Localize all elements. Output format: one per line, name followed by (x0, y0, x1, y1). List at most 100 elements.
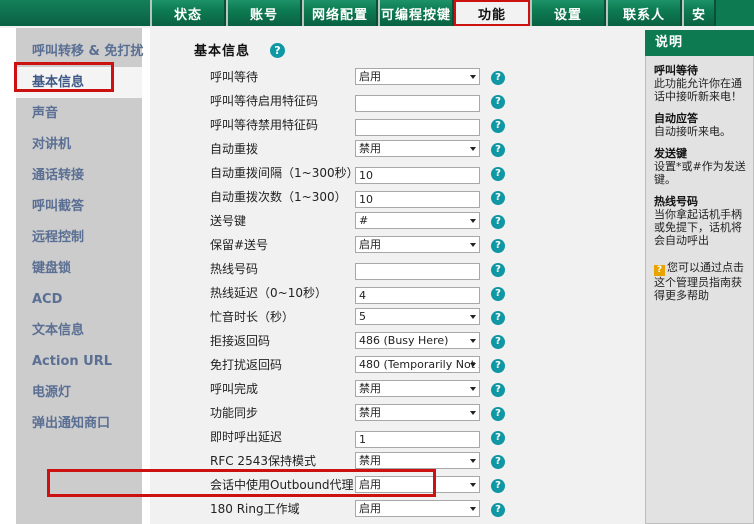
setting-control (355, 284, 480, 301)
help-icon[interactable]: ? (270, 43, 285, 58)
setting-text-input[interactable] (355, 263, 480, 280)
setting-select[interactable]: 禁用 (355, 404, 480, 421)
setting-text-input[interactable] (355, 95, 480, 112)
setting-label: 呼叫等待禁用特征码 (210, 116, 318, 133)
setting-select[interactable]: 5 (355, 308, 480, 325)
help-icon[interactable]: ? (491, 359, 505, 373)
setting-help-wrap: ? (491, 187, 505, 206)
help-icon[interactable]: ? (491, 383, 505, 397)
help-icon[interactable]: ? (491, 287, 505, 301)
setting-select[interactable]: 禁用 (355, 452, 480, 469)
tab-3[interactable]: 可编程按键 (378, 0, 454, 26)
tab-5[interactable]: 设置 (530, 0, 606, 26)
setting-label: 自动重拨间隔（1~300秒） (210, 164, 359, 181)
setting-control (355, 164, 480, 181)
sidebar-item-7[interactable]: 键盘锁 (16, 253, 142, 284)
setting-text-input[interactable] (355, 167, 480, 184)
sidebar-item-11[interactable]: 电源灯 (16, 377, 142, 408)
help-icon[interactable]: ? (491, 431, 505, 445)
help-term-0: 呼叫等待 (654, 64, 747, 77)
sidebar-item-12[interactable]: 弹出通知商口 (16, 408, 142, 439)
setting-help-wrap: ? (491, 211, 505, 230)
setting-text-input[interactable] (355, 431, 480, 448)
setting-select-value: # (359, 214, 368, 227)
setting-row-5: 自动重拨次数（1~300）? (150, 184, 636, 208)
help-panel-body: 呼叫等待此功能允许你在通话中接听新来电！自动应答自动接听来电。发送键设置*或#作… (645, 56, 754, 524)
setting-select[interactable]: 启用 (355, 68, 480, 85)
tab-label: 设置 (554, 4, 582, 23)
tab-4[interactable]: 功能 (454, 0, 530, 26)
setting-select[interactable]: 486 (Busy Here) (355, 332, 480, 349)
setting-label: 拒接返回码 (210, 332, 270, 349)
help-icon[interactable]: ? (491, 215, 505, 229)
help-icon[interactable]: ? (491, 167, 505, 181)
setting-control (355, 92, 480, 109)
tab-label: 功能 (478, 4, 506, 23)
setting-control: 禁用 (355, 380, 480, 397)
setting-select-value: 禁用 (359, 382, 381, 395)
setting-select[interactable]: 禁用 (355, 380, 480, 397)
help-icon[interactable]: ? (491, 503, 505, 517)
help-icon[interactable]: ? (491, 335, 505, 349)
tab-7[interactable]: 安 (682, 0, 716, 26)
setting-help-wrap: ? (491, 115, 505, 134)
chevron-down-icon (470, 219, 476, 223)
setting-select-value: 启用 (359, 70, 381, 83)
help-icon[interactable]: ? (491, 143, 505, 157)
sidebar-item-5[interactable]: 呼叫截答 (16, 191, 142, 222)
help-icon[interactable]: ? (491, 95, 505, 109)
help-icon[interactable]: ? (491, 263, 505, 277)
sidebar-item-1[interactable]: 基本信息 (16, 67, 142, 98)
sidebar-item-label: 声音 (32, 106, 58, 121)
help-icon[interactable]: ? (491, 191, 505, 205)
setting-help-wrap: ? (491, 139, 505, 158)
sidebar-item-9[interactable]: 文本信息 (16, 315, 142, 346)
setting-help-wrap: ? (491, 67, 505, 86)
setting-text-input[interactable] (355, 287, 480, 304)
sidebar-item-10[interactable]: Action URL (16, 346, 142, 377)
setting-text-input[interactable] (355, 191, 480, 208)
sidebar-item-8[interactable]: ACD (16, 284, 142, 315)
setting-select[interactable]: 启用 (355, 476, 480, 493)
help-desc-2: 设置*或#作为发送键。 (654, 160, 747, 186)
setting-select[interactable]: 480 (Temporarily Not Av (355, 356, 480, 373)
sidebar-item-3[interactable]: 对讲机 (16, 129, 142, 160)
help-icon[interactable]: ? (491, 479, 505, 493)
setting-select[interactable]: 启用 (355, 500, 480, 517)
help-icon[interactable]: ? (491, 119, 505, 133)
tab-0[interactable]: 状态 (150, 0, 226, 26)
setting-select-value: 禁用 (359, 406, 381, 419)
setting-select[interactable]: # (355, 212, 480, 229)
tab-1[interactable]: 账号 (226, 0, 302, 26)
setting-help-wrap: ? (491, 283, 505, 302)
tab-2[interactable]: 网络配置 (302, 0, 378, 26)
setting-select-value: 480 (Temporarily Not Av (359, 358, 480, 371)
setting-select[interactable]: 启用 (355, 236, 480, 253)
chevron-down-icon (470, 147, 476, 151)
setting-select[interactable]: 禁用 (355, 140, 480, 157)
tab-label: 账号 (250, 4, 278, 23)
setting-label: 自动重拨次数（1~300） (210, 188, 347, 205)
sidebar-item-2[interactable]: 声音 (16, 98, 142, 129)
help-icon[interactable]: ? (491, 71, 505, 85)
sidebar-item-0[interactable]: 呼叫转移 & 免打扰 (16, 36, 142, 67)
help-icon[interactable]: ? (491, 407, 505, 421)
setting-label: 忙音时长（秒） (210, 308, 294, 325)
sidebar-item-6[interactable]: 远程控制 (16, 222, 142, 253)
tab-6[interactable]: 联系人 (606, 0, 682, 26)
help-icon[interactable]: ? (491, 239, 505, 253)
setting-text-input[interactable] (355, 119, 480, 136)
chevron-down-icon (470, 243, 476, 247)
setting-row-16: RFC 2543保持模式禁用? (150, 448, 636, 472)
setting-label: 送号键 (210, 212, 246, 229)
sidebar-item-4[interactable]: 通话转接 (16, 160, 142, 191)
help-icon[interactable]: ? (491, 311, 505, 325)
help-icon[interactable]: ? (491, 455, 505, 469)
setting-row-12: 免打扰返回码480 (Temporarily Not Av? (150, 352, 636, 376)
sidebar-item-label: 键盘锁 (32, 261, 71, 276)
setting-select-value: 启用 (359, 238, 381, 251)
page-title: 基本信息 (194, 40, 250, 59)
setting-select-value: 禁用 (359, 454, 381, 467)
setting-help-wrap: ? (491, 307, 505, 326)
setting-label: 会话中使用Outbound代理 (210, 476, 354, 493)
